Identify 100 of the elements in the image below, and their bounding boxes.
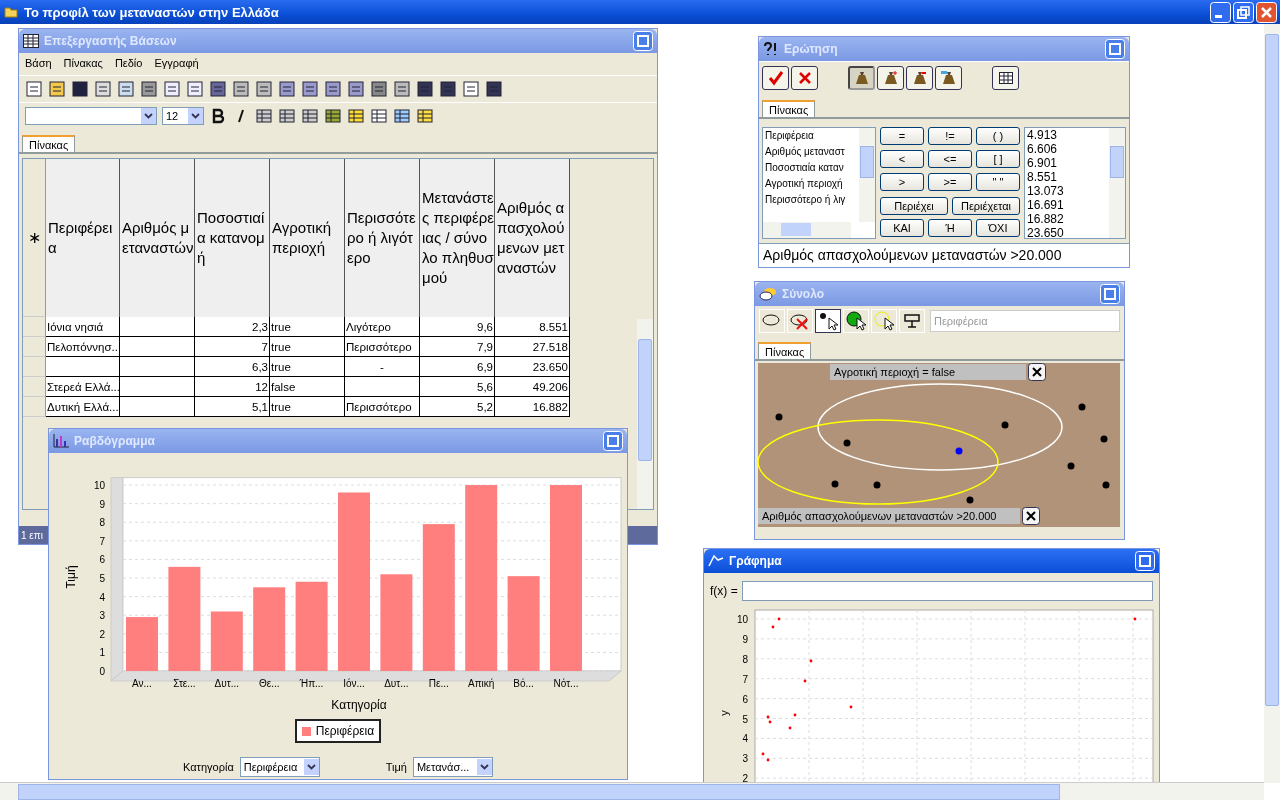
operator-button[interactable]: ΌΧΙ: [976, 219, 1020, 237]
operator-button[interactable]: ΚΑΙ: [880, 219, 924, 237]
maximize-icon[interactable]: [1100, 284, 1120, 304]
maximize-icon[interactable]: [633, 31, 653, 51]
table-cell: 7,9: [420, 337, 495, 357]
list-item[interactable]: Περιφέρεια: [765, 128, 859, 144]
operator-button[interactable]: <=: [928, 150, 972, 168]
query-expression-field[interactable]: Αριθμός απασχολούμενων μεταναστών >20.000: [759, 243, 1129, 267]
list-item[interactable]: 16.882: [1027, 212, 1105, 226]
money-bag-icon: [882, 70, 899, 86]
operator-button[interactable]: [ ]: [976, 150, 1020, 168]
axis-tick-label: 0: [99, 666, 105, 677]
list-item[interactable]: Ποσοστιαία καταν: [765, 160, 859, 176]
projector-icon: [901, 311, 923, 331]
maximize-icon[interactable]: [1135, 551, 1155, 571]
category-label: Απική: [468, 678, 495, 689]
list-item[interactable]: 23.650: [1027, 226, 1105, 238]
window-title: Σύνολο: [782, 287, 826, 301]
scrollbar[interactable]: [1109, 128, 1125, 238]
category-label: Θε...: [258, 678, 280, 689]
category-label: Δυτ...: [214, 678, 239, 689]
folder-icon: [4, 6, 18, 18]
category-label: Πε...: [428, 678, 449, 689]
menu-item[interactable]: Πεδίο: [114, 57, 143, 71]
operator-button[interactable]: =: [880, 127, 924, 145]
delete-ellipse-button[interactable]: [787, 309, 813, 333]
checkmark-button[interactable]: [762, 66, 789, 90]
menu-item[interactable]: Πίνακας: [63, 57, 103, 71]
money-bag-button[interactable]: [877, 66, 904, 90]
column-header[interactable]: Αγροτική περιοχή: [270, 159, 345, 317]
column-header[interactable]: Αριθμός απασχολούμενων μεταναστών: [495, 159, 570, 317]
pointer-button[interactable]: [815, 309, 841, 333]
list-item[interactable]: Αγροτική περιοχή: [765, 176, 859, 192]
operator-button[interactable]: Περιέχει: [880, 197, 948, 215]
money-bag-button[interactable]: [848, 66, 875, 90]
font-size-dropdown[interactable]: 12: [162, 107, 204, 125]
axis-tick-label: 7: [99, 535, 105, 547]
operator-button[interactable]: Ή: [928, 219, 972, 237]
column-header[interactable]: Αριθμός μεταναστών: [120, 159, 195, 317]
operator-button[interactable]: >: [880, 173, 924, 191]
close-icon[interactable]: [1028, 363, 1046, 381]
axis-tick-label: 1: [99, 647, 105, 659]
list-item[interactable]: 6.606: [1027, 142, 1105, 156]
operator-button[interactable]: >=: [928, 173, 972, 191]
column-header[interactable]: Ποσοστιαία κατανομή: [195, 159, 270, 317]
column-header[interactable]: Μετανάστες περιφέρειας / σύνολο πληθυσμού: [420, 159, 495, 317]
menu-item[interactable]: Εγγραφή: [154, 57, 199, 71]
table-cell: true: [270, 337, 345, 357]
close-icon[interactable]: [1022, 507, 1040, 525]
list-item[interactable]: 13.073: [1027, 184, 1105, 198]
money-bag-icon: [911, 70, 928, 86]
list-item[interactable]: 16.691: [1027, 198, 1105, 212]
maximize-icon[interactable]: [1105, 39, 1125, 59]
scrollbar[interactable]: [0, 782, 1264, 800]
operator-button[interactable]: Περιέχεται: [952, 197, 1020, 215]
field-label: Κατηγορία: [183, 761, 234, 773]
scrollbar[interactable]: [1264, 24, 1280, 783]
column-header[interactable]: ∗: [23, 159, 46, 317]
list-item[interactable]: 8.551: [1027, 170, 1105, 184]
cloud-icon: [759, 287, 777, 301]
category-label: Δυτ...: [384, 678, 409, 689]
list-item[interactable]: Περισσότερο ή λιγ: [765, 192, 859, 208]
list-item[interactable]: 6.901: [1027, 156, 1105, 170]
minimize-icon[interactable]: [1210, 1, 1231, 23]
axis-tick-label: 4: [99, 591, 105, 603]
list-item[interactable]: 4.913: [1027, 128, 1105, 142]
bar-chart-icon: [53, 434, 69, 448]
column-header[interactable]: Περισσότερο ή λιγότερο: [345, 159, 420, 317]
tab[interactable]: Πίνακας: [22, 135, 76, 152]
axis-tick-label: 5: [99, 573, 105, 584]
maximize-icon[interactable]: [603, 431, 623, 451]
question-exclamation-icon: [763, 42, 779, 56]
money-bag-button[interactable]: [906, 66, 933, 90]
category-dropdown[interactable]: Περιφέρεια: [239, 757, 320, 777]
operator-button[interactable]: " ": [976, 173, 1020, 191]
scrollbar[interactable]: [763, 222, 851, 238]
operator-button[interactable]: <: [880, 150, 924, 168]
table-button[interactable]: [992, 66, 1019, 90]
value-dropdown[interactable]: Μετανάσ...: [412, 757, 493, 777]
cross-button[interactable]: [791, 66, 818, 90]
money-bag-button[interactable]: [935, 66, 962, 90]
font-dropdown[interactable]: [25, 107, 157, 125]
tab[interactable]: Πίνακας: [758, 342, 812, 359]
table-cell: Στερεά Ελλά...: [46, 377, 120, 397]
menu-item[interactable]: Βάση: [25, 57, 52, 71]
operator-button[interactable]: !=: [928, 127, 972, 145]
column-header[interactable]: Περιφέρεια: [46, 159, 120, 317]
list-item[interactable]: Αριθμός μεταναστ: [765, 144, 859, 160]
restore-icon[interactable]: [1233, 1, 1254, 23]
money-bag-icon: [940, 70, 957, 86]
caret-icon: [191, 113, 200, 119]
projector-button[interactable]: [899, 309, 925, 333]
operator-button[interactable]: ( ): [976, 127, 1020, 145]
scrollbar[interactable]: [859, 128, 875, 222]
table-cell: 5,2: [420, 397, 495, 417]
function-input[interactable]: [741, 581, 1153, 601]
tab[interactable]: Πίνακας: [762, 100, 816, 117]
ellipse-button[interactable]: [759, 309, 785, 333]
scrollbar[interactable]: [637, 319, 653, 509]
money-bag-icon: [853, 70, 870, 86]
